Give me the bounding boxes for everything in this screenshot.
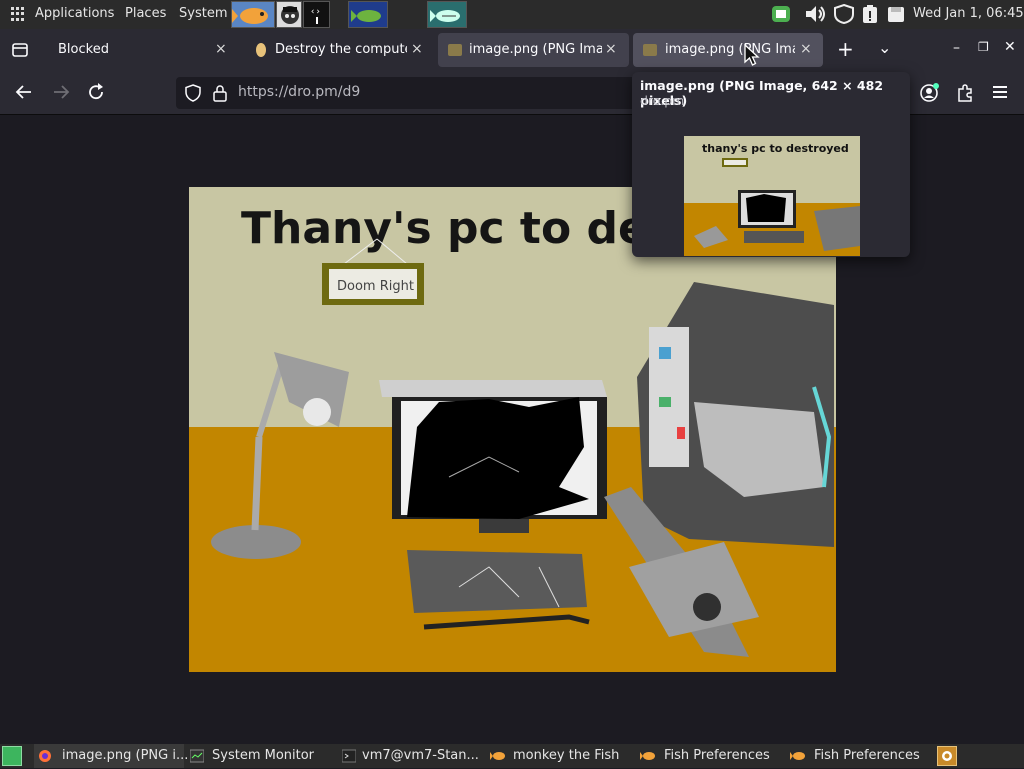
image-favicon-icon bbox=[448, 44, 462, 56]
taskbar-item-monkey-the-fish[interactable]: monkey the Fish bbox=[488, 744, 638, 768]
fish-icon bbox=[790, 749, 805, 763]
menu-system[interactable]: System bbox=[179, 6, 227, 21]
show-desktop-button[interactable] bbox=[2, 746, 22, 766]
list-all-tabs-button[interactable]: ⌄ bbox=[878, 38, 891, 57]
mouse-cursor-icon bbox=[744, 43, 760, 66]
volume-icon[interactable] bbox=[804, 4, 828, 28]
picture-frame: Doom Right bbox=[322, 263, 424, 305]
storage-icon[interactable] bbox=[886, 4, 906, 28]
displayed-image[interactable]: Thany's pc to des Doom Right bbox=[189, 187, 836, 672]
teal-fish-launcher-icon[interactable] bbox=[427, 1, 467, 28]
firefox-icon bbox=[38, 749, 52, 763]
close-tab-icon[interactable]: × bbox=[800, 41, 812, 57]
close-tab-icon[interactable]: × bbox=[605, 41, 617, 57]
applications-grid-icon[interactable] bbox=[11, 7, 25, 21]
terminal-icon bbox=[341, 749, 357, 763]
taskbar-item-system-monitor[interactable]: System Monitor bbox=[186, 744, 336, 768]
taskbar-item-image-png[interactable]: image.png (PNG i... bbox=[34, 744, 188, 768]
tab-title: image.png (PNG Imag bbox=[665, 42, 795, 57]
tab-image-png-1[interactable]: image.png (PNG Image × bbox=[438, 33, 629, 67]
tab-destroy-the-computer[interactable]: Destroy the computer × bbox=[244, 33, 434, 67]
system-monitor-icon bbox=[189, 749, 205, 763]
account-icon[interactable] bbox=[919, 83, 939, 108]
new-tab-button[interactable]: + bbox=[837, 37, 854, 61]
taskbar-item-fish-preferences-1[interactable]: Fish Preferences bbox=[638, 744, 788, 768]
forward-button[interactable] bbox=[51, 82, 71, 107]
taskbar-label: monkey the Fish bbox=[513, 748, 620, 763]
taskbar-item-fish-preferences-2[interactable]: Fish Preferences bbox=[788, 744, 933, 768]
cracked-monitor bbox=[379, 380, 607, 533]
bottom-taskbar: image.png (PNG i... System Monitor vm7@v… bbox=[0, 744, 1024, 768]
shield-icon[interactable] bbox=[833, 3, 855, 28]
reload-button[interactable] bbox=[86, 82, 106, 107]
frame-text: Doom Right bbox=[337, 279, 414, 294]
url-text[interactable]: https://dro.pm/d9 bbox=[238, 84, 360, 100]
fish-icon bbox=[490, 749, 505, 763]
close-tab-icon[interactable]: × bbox=[411, 41, 423, 57]
preview-thumb-title: thany's pc to destroyed bbox=[702, 142, 849, 155]
hamburger-menu-icon[interactable] bbox=[991, 83, 1009, 106]
tab-bar: Blocked × Destroy the computer × image.p… bbox=[0, 29, 1024, 71]
taskbar-label: Fish Preferences bbox=[814, 748, 920, 763]
preview-thumbnail: thany's pc to destroyed bbox=[684, 136, 860, 256]
taskbar-label: Fish Preferences bbox=[664, 748, 770, 763]
close-window-button[interactable]: ✕ bbox=[1004, 39, 1016, 55]
image-favicon-icon bbox=[643, 44, 657, 56]
clipboard-alert-icon[interactable] bbox=[860, 4, 880, 28]
network-icon[interactable] bbox=[771, 5, 791, 27]
green-fish-launcher-icon[interactable] bbox=[348, 1, 388, 28]
tracking-protection-shield-icon[interactable] bbox=[184, 84, 202, 106]
tray-app-icon[interactable] bbox=[937, 746, 957, 766]
svg-text:‹›: ‹› bbox=[310, 7, 321, 17]
top-panel: Applications Places System ‹› Wed Jan 1,… bbox=[0, 0, 1024, 29]
tab-title: image.png (PNG Image bbox=[469, 42, 602, 57]
close-tab-icon[interactable]: × bbox=[215, 41, 227, 57]
pirate-launcher-icon[interactable] bbox=[276, 1, 302, 28]
code-launcher-icon[interactable]: ‹› bbox=[303, 1, 330, 28]
menu-places[interactable]: Places bbox=[125, 6, 166, 21]
taskbar-item-terminal[interactable]: vm7@vm7-Stan... bbox=[338, 744, 488, 768]
tab-blocked[interactable]: Blocked × bbox=[43, 33, 238, 67]
firefox-view-icon[interactable] bbox=[11, 41, 29, 63]
tab-title: Blocked bbox=[58, 42, 109, 57]
image-title: Thany's pc to des bbox=[241, 203, 674, 254]
clock[interactable]: Wed Jan 1, 06:45 bbox=[913, 6, 1024, 21]
taskbar-label: System Monitor bbox=[212, 748, 315, 763]
fish-launcher-icon[interactable] bbox=[231, 1, 275, 28]
tab-image-png-2[interactable]: image.png (PNG Imag × bbox=[633, 33, 823, 67]
preview-domain: dro.pm bbox=[640, 93, 685, 108]
taskbar-label: image.png (PNG i... bbox=[62, 748, 189, 763]
restore-button[interactable]: ❐ bbox=[978, 40, 989, 54]
taskbar-label: vm7@vm7-Stan... bbox=[362, 748, 479, 763]
back-button[interactable] bbox=[14, 82, 34, 107]
tab-preview-tooltip: image.png (PNG Image, 642 × 482 pixels) … bbox=[632, 72, 910, 257]
address-bar[interactable]: https://dro.pm/d9 bbox=[176, 77, 636, 109]
fish-icon bbox=[640, 749, 655, 763]
page-favicon-icon bbox=[256, 43, 266, 57]
minimize-button[interactable]: – bbox=[953, 40, 960, 56]
menu-applications[interactable]: Applications bbox=[35, 6, 114, 21]
lock-icon[interactable] bbox=[212, 84, 228, 106]
extensions-puzzle-icon[interactable] bbox=[955, 83, 975, 108]
tab-title: Destroy the computer bbox=[275, 42, 407, 57]
